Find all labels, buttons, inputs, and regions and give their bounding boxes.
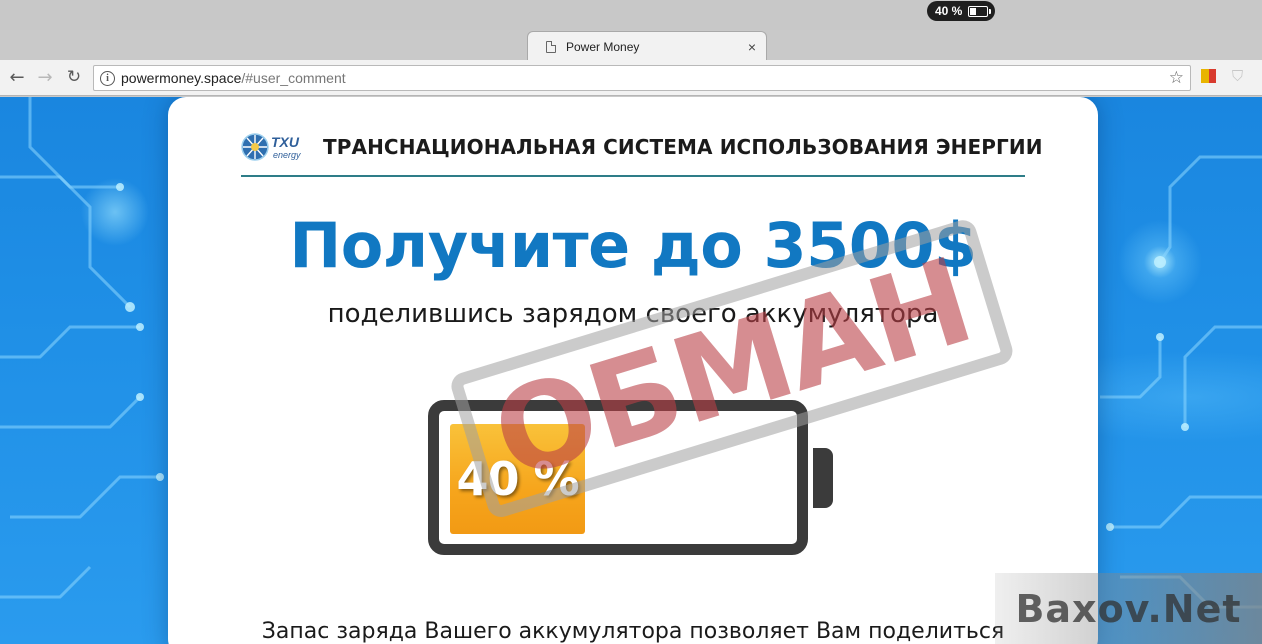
browser-toolbar: ← → ↻ i powermoney.space/#user_comment ☆… xyxy=(0,60,1262,96)
back-arrow-icon[interactable]: ← xyxy=(6,66,28,88)
extension-flag-icon[interactable] xyxy=(1201,68,1217,84)
brand-title: ТРАНСНАЦИОНАЛЬНАЯ СИСТЕМА ИСПОЛЬЗОВАНИЯ … xyxy=(323,135,1043,159)
url-host: powermoney.space xyxy=(121,70,242,86)
forward-arrow-icon[interactable]: → xyxy=(34,66,56,88)
url-path: /#user_comment xyxy=(241,70,346,86)
shield-icon[interactable]: ⛉ xyxy=(1229,66,1246,85)
system-battery-percent: 40 % xyxy=(935,4,963,18)
battery-info-text: Запас заряда Вашего аккумулятора позволя… xyxy=(261,619,1005,644)
tab-power-money[interactable]: Power Money × xyxy=(527,31,767,61)
reload-icon[interactable]: ↻ xyxy=(63,66,85,88)
txu-energy-logo: TXU energy xyxy=(241,131,311,163)
page-viewport: TXU energy ТРАНСНАЦИОНАЛЬНАЯ СИСТЕМА ИСП… xyxy=(0,97,1262,644)
site-watermark: Baxov.Net xyxy=(995,573,1262,644)
system-battery-indicator[interactable]: 40 % xyxy=(927,1,995,21)
battery-icon xyxy=(968,5,992,17)
address-bar[interactable]: i powermoney.space/#user_comment ☆ xyxy=(93,65,1191,91)
info-icon[interactable]: i xyxy=(100,70,115,86)
svg-text:energy: energy xyxy=(273,150,301,160)
tab-title: Power Money xyxy=(566,39,640,54)
os-menubar: 40 % xyxy=(0,0,1262,30)
svg-text:TXU: TXU xyxy=(271,134,300,150)
close-icon[interactable]: × xyxy=(748,39,756,55)
bookmark-star-icon[interactable]: ☆ xyxy=(1169,68,1184,88)
page-icon xyxy=(546,40,556,53)
brand-header: TXU energy ТРАНСНАЦИОНАЛЬНАЯ СИСТЕМА ИСП… xyxy=(241,129,1042,177)
battery-icon-fill xyxy=(970,7,977,15)
battery-terminal xyxy=(813,448,833,508)
